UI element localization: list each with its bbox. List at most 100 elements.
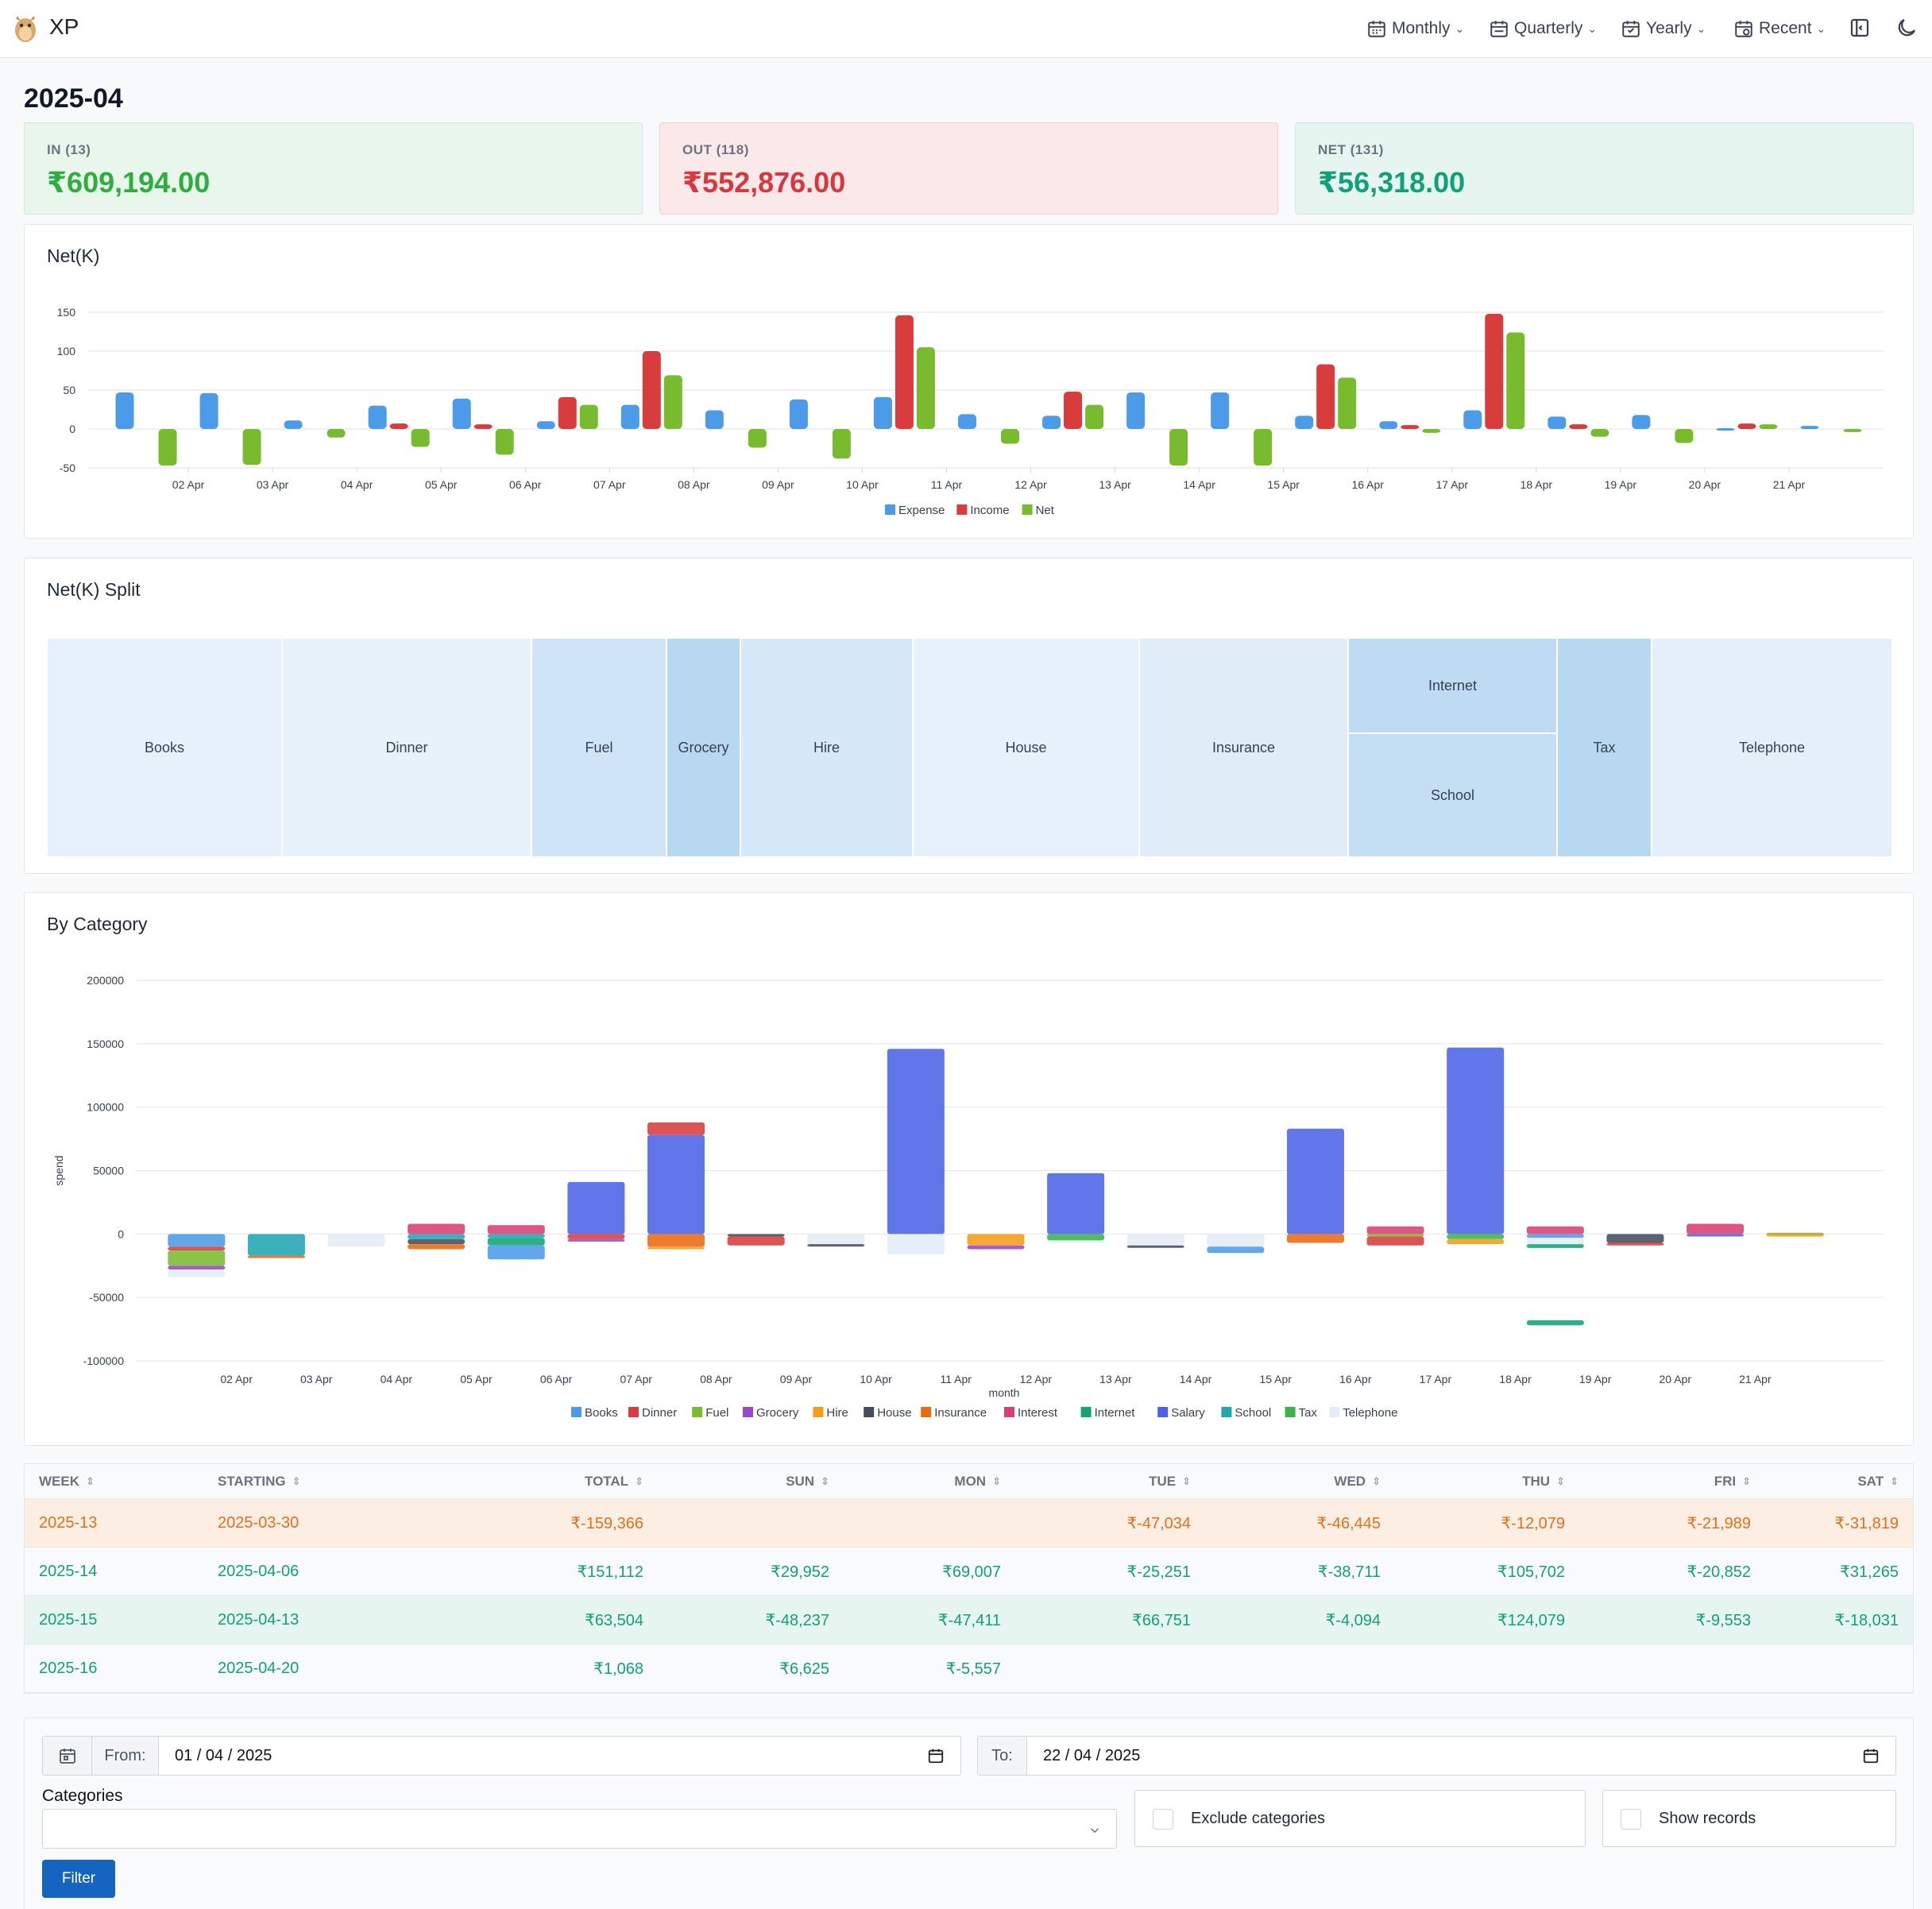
stack-segment-salary[interactable]: [1047, 1173, 1105, 1235]
bar-net[interactable]: [832, 429, 851, 459]
stack-segment-school[interactable]: [247, 1234, 305, 1256]
stack-segment-interest[interactable]: [1687, 1223, 1745, 1235]
legend-label[interactable]: Grocery: [756, 1406, 799, 1420]
from-date-field[interactable]: From: 01 / 04 / 2025: [42, 1736, 961, 1776]
stack-segment-telephone[interactable]: [168, 1269, 226, 1277]
stack-segment-salary[interactable]: [567, 1181, 625, 1235]
bar-expense[interactable]: [1463, 410, 1482, 429]
bar-expense[interactable]: [199, 392, 218, 429]
legend-label[interactable]: Fuel: [705, 1406, 728, 1420]
stack-segment-telephone[interactable]: [807, 1234, 865, 1245]
exclude-categories-checkbox[interactable]: [1153, 1809, 1173, 1830]
stack-segment-insurance[interactable]: [247, 1255, 305, 1258]
nav-monthly-button[interactable]: Monthly ⌄: [1366, 16, 1464, 41]
stack-segment-salary[interactable]: [647, 1134, 705, 1235]
stack-segment-hire[interactable]: [1447, 1239, 1505, 1245]
bar-income[interactable]: [473, 424, 493, 429]
filter-button[interactable]: Filter: [42, 1860, 115, 1898]
stack-segment-house[interactable]: [807, 1244, 865, 1247]
categories-select[interactable]: [42, 1809, 1117, 1849]
treemap-cell-telephone[interactable]: Telephone: [1652, 638, 1892, 857]
bar-expense[interactable]: [1800, 426, 1819, 429]
legend-label[interactable]: Net: [1036, 504, 1055, 517]
stack-segment-salary[interactable]: [1286, 1128, 1344, 1235]
bar-net[interactable]: [1085, 404, 1104, 429]
bar-net[interactable]: [495, 429, 514, 455]
stack-segment-fuel[interactable]: [1366, 1234, 1424, 1237]
legend-label[interactable]: Hire: [826, 1406, 848, 1420]
stack-segment-dinner[interactable]: [647, 1122, 705, 1135]
stack-segment-telephone[interactable]: [1526, 1238, 1584, 1245]
stack-segment-house[interactable]: [1606, 1234, 1664, 1243]
bar-net[interactable]: [1001, 429, 1019, 444]
bar-net[interactable]: [1843, 429, 1862, 432]
treemap-cell-dinner[interactable]: Dinner: [282, 638, 531, 857]
stack-segment-grocery[interactable]: [567, 1239, 625, 1242]
stack-segment-insurance[interactable]: [647, 1234, 705, 1247]
stack-segment-interest[interactable]: [408, 1223, 466, 1235]
treemap-cell-internet[interactable]: Internet: [1348, 638, 1557, 733]
bar-expense[interactable]: [1295, 415, 1314, 429]
bar-expense[interactable]: [1379, 421, 1398, 429]
legend-label[interactable]: Internet: [1095, 1406, 1136, 1420]
nav-recent-button[interactable]: Recent ⌄: [1733, 16, 1826, 41]
show-records-checkbox[interactable]: [1621, 1809, 1641, 1830]
bar-net[interactable]: [748, 429, 767, 448]
stack-segment-dinner[interactable]: [567, 1234, 625, 1239]
stack-segment-dinner[interactable]: [1366, 1236, 1424, 1246]
header-fri[interactable]: FRI ⇕: [1714, 1464, 1751, 1498]
stack-segment-dinner[interactable]: [1606, 1242, 1664, 1246]
header-sun[interactable]: SUN ⇕: [786, 1464, 829, 1498]
header-tue[interactable]: TUE ⇕: [1149, 1464, 1191, 1498]
bar-net[interactable]: [1338, 377, 1357, 429]
treemap-cell-fuel[interactable]: Fuel: [531, 638, 667, 857]
bar-expense[interactable]: [1126, 392, 1146, 429]
bar-net[interactable]: [411, 429, 430, 447]
bar-income[interactable]: [895, 315, 914, 429]
legend-label[interactable]: Interest: [1018, 1406, 1058, 1420]
legend-label[interactable]: Dinner: [642, 1406, 677, 1420]
bar-expense[interactable]: [1548, 416, 1567, 429]
stack-segment-school[interactable]: [487, 1234, 545, 1239]
bar-net[interactable]: [1254, 429, 1273, 466]
bar-expense[interactable]: [284, 420, 303, 429]
stack-segment-telephone[interactable]: [887, 1234, 945, 1254]
treemap-cell-hire[interactable]: Hire: [740, 638, 913, 857]
stack-segment-telephone[interactable]: [1047, 1240, 1105, 1243]
bar-net[interactable]: [1169, 429, 1188, 466]
bar-income[interactable]: [389, 423, 408, 429]
treemap-cell-books[interactable]: Books: [47, 638, 282, 857]
header-thu[interactable]: THU ⇕: [1522, 1464, 1565, 1498]
stack-segment-salary[interactable]: [887, 1049, 945, 1235]
legend-label[interactable]: Salary: [1171, 1406, 1205, 1420]
from-date-value[interactable]: 01 / 04 / 2025: [175, 1737, 272, 1775]
header-total[interactable]: TOTAL ⇕: [585, 1464, 643, 1498]
header-week[interactable]: WEEK ⇕: [39, 1464, 95, 1498]
legend-label[interactable]: Expense: [898, 504, 945, 517]
stack-segment-internet[interactable]: [1526, 1244, 1584, 1248]
bar-expense[interactable]: [452, 398, 471, 429]
stack-segment-internet[interactable]: [1526, 1320, 1584, 1326]
bar-net[interactable]: [1759, 424, 1778, 429]
treemap-cell-grocery[interactable]: Grocery: [667, 638, 740, 857]
stack-segment-salary[interactable]: [1447, 1047, 1505, 1235]
date-picker-icon[interactable]: [927, 1747, 945, 1764]
bar-expense[interactable]: [1632, 415, 1651, 429]
stack-segment-interest[interactable]: [1526, 1226, 1584, 1235]
bar-net[interactable]: [1675, 429, 1694, 443]
treemap-cell-insurance[interactable]: Insurance: [1139, 638, 1348, 857]
bar-income[interactable]: [642, 351, 661, 429]
stack-segment-hire[interactable]: [967, 1234, 1025, 1246]
bar-income[interactable]: [558, 396, 577, 429]
header-starting[interactable]: STARTING ⇕: [218, 1464, 301, 1498]
legend-label[interactable]: Telephone: [1343, 1406, 1397, 1420]
legend-label[interactable]: School: [1235, 1406, 1271, 1420]
stack-segment-fuel[interactable]: [168, 1250, 226, 1266]
header-sat[interactable]: SAT ⇕: [1857, 1464, 1899, 1498]
bar-net[interactable]: [916, 347, 935, 429]
bar-income[interactable]: [1737, 423, 1756, 429]
bar-net[interactable]: [327, 429, 346, 438]
to-date-value[interactable]: 22 / 04 / 2025: [1043, 1737, 1140, 1775]
bar-net[interactable]: [242, 429, 261, 466]
sidebar-toggle-icon[interactable]: [1848, 16, 1872, 40]
